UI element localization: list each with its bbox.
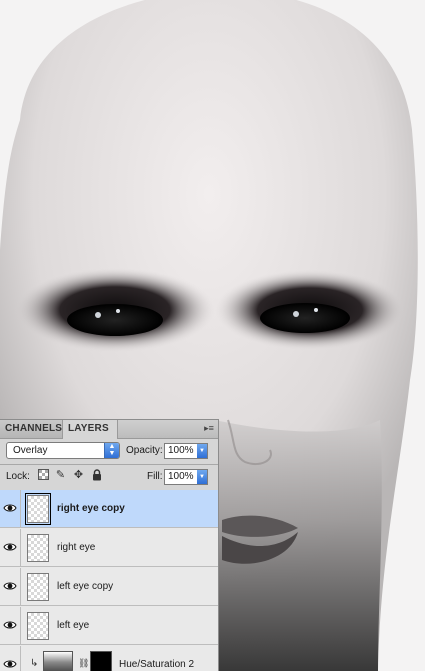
link-chain-icon[interactable]: ⛓ (78, 658, 89, 669)
layers-list: right eye copy right eye left eye copy l… (0, 490, 218, 671)
layer-thumbnail[interactable] (27, 534, 49, 562)
visibility-toggle[interactable] (0, 646, 21, 671)
layer-name[interactable]: right eye copy (57, 503, 125, 514)
layer-name[interactable]: left eye copy (57, 581, 113, 592)
panel-tab-bar: CHANNELS LAYERS ▸≡ (0, 420, 218, 439)
visibility-toggle[interactable] (0, 529, 21, 567)
blend-mode-select[interactable]: Overlay ▲ ▼ (6, 442, 120, 459)
visibility-toggle[interactable] (0, 490, 21, 528)
eye-icon (3, 621, 17, 629)
fill-label: Fill: (147, 471, 163, 482)
opacity-value: 100% (168, 445, 194, 456)
layer-name[interactable]: right eye (57, 542, 95, 553)
chevron-updown-icon: ▲ ▼ (104, 443, 119, 458)
lock-label: Lock: (6, 471, 30, 482)
layer-thumbnail[interactable] (27, 612, 49, 640)
eye-icon (3, 504, 17, 512)
lock-transparent-pixels-icon[interactable] (37, 469, 50, 482)
opacity-input[interactable]: 100% ▼ (164, 443, 208, 459)
lock-position-icon[interactable]: ✥ (72, 469, 85, 482)
layer-row[interactable]: right eye copy (0, 490, 218, 528)
opacity-label: Opacity: (126, 445, 163, 456)
layer-row[interactable]: ↳ ⛓ Hue/Saturation 2 (0, 646, 218, 671)
layer-mask-thumbnail[interactable] (90, 651, 112, 671)
layer-row[interactable]: left eye (0, 607, 218, 645)
layer-name[interactable]: left eye (57, 620, 89, 631)
layer-thumbnail[interactable] (27, 573, 49, 601)
panel-menu-icon[interactable]: ▸≡ (202, 422, 216, 434)
layer-name[interactable]: Hue/Saturation 2 (119, 659, 194, 670)
visibility-toggle[interactable] (0, 568, 21, 606)
adjustment-layer-thumbnail[interactable] (43, 651, 73, 671)
opacity-dropdown-icon[interactable]: ▼ (197, 444, 207, 458)
fill-dropdown-icon[interactable]: ▼ (197, 470, 207, 484)
divider (0, 464, 218, 465)
tab-channels[interactable]: CHANNELS (0, 420, 68, 438)
layer-thumbnail[interactable] (25, 493, 51, 525)
clipping-arrow-icon: ↳ (30, 658, 39, 669)
eye-icon (3, 543, 17, 551)
fill-value: 100% (168, 471, 194, 482)
tab-layers[interactable]: LAYERS (62, 420, 118, 439)
fill-input[interactable]: 100% ▼ (164, 469, 208, 485)
layer-row[interactable]: left eye copy (0, 568, 218, 606)
lock-all-icon[interactable] (90, 469, 103, 482)
blend-mode-value: Overlay (13, 445, 48, 456)
eye-icon (3, 660, 17, 668)
lock-row: Lock: ✎ ✥ Fill: 100% ▼ (6, 468, 214, 488)
lock-image-pixels-icon[interactable]: ✎ (54, 469, 67, 482)
blend-row: Overlay ▲ ▼ Opacity: 100% ▼ (6, 442, 214, 462)
layers-panel: CHANNELS LAYERS ▸≡ Overlay ▲ ▼ Opacity: 1… (0, 419, 219, 671)
eye-icon (3, 582, 17, 590)
visibility-toggle[interactable] (0, 607, 21, 645)
layer-row[interactable]: right eye (0, 529, 218, 567)
